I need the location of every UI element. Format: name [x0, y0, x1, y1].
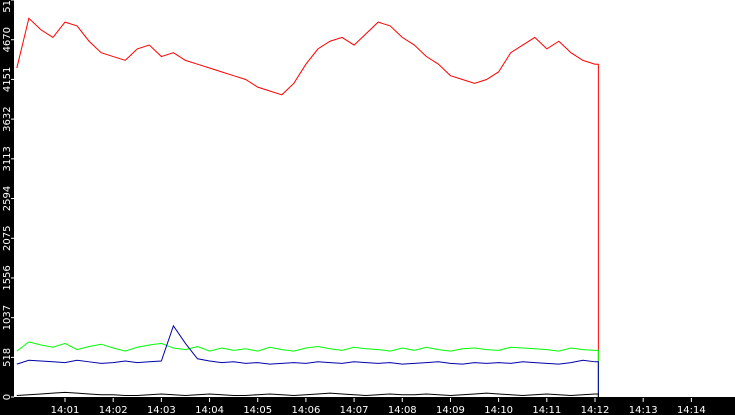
x-tick-label: 14:01 — [51, 405, 80, 415]
y-tick-label: 2594 — [2, 186, 13, 211]
x-tick-label: 14:04 — [195, 405, 224, 415]
y-tick-label: 3113 — [2, 146, 13, 171]
x-tick-label: 14:09 — [436, 405, 465, 415]
y-tick-label: 1037 — [2, 305, 13, 330]
x-tick-label: 14:11 — [532, 405, 561, 415]
line-chart: 0 518 1037 1556 2075 2594 3113 3632 4151 4670 5189… — [0, 0, 735, 415]
y-tick-label: 4670 — [2, 27, 13, 52]
x-tick-label: 14:02 — [99, 405, 128, 415]
x-tick-label: 14:06 — [291, 405, 320, 415]
y-tick-label: 0 — [2, 394, 13, 400]
x-tick-label: 14:14 — [677, 405, 706, 415]
x-tick-label: 14:08 — [388, 405, 417, 415]
x-tick-label: 14:03 — [147, 405, 176, 415]
y-tick-label: 518 — [2, 348, 13, 367]
y-tick-label: 5189 — [2, 0, 13, 13]
empty-region — [597, 0, 735, 397]
x-tick-label: 14:12 — [581, 405, 610, 415]
x-tick-label: 14:10 — [484, 405, 513, 415]
x-tick-label: 14:07 — [340, 405, 369, 415]
x-tick-label: 14:13 — [629, 405, 658, 415]
y-tick-label: 1556 — [2, 265, 13, 290]
y-tick-label: 3632 — [2, 106, 13, 131]
x-tick-label: 14:05 — [243, 405, 272, 415]
y-tick-label: 2075 — [2, 226, 13, 251]
y-tick-label: 4151 — [2, 67, 13, 92]
